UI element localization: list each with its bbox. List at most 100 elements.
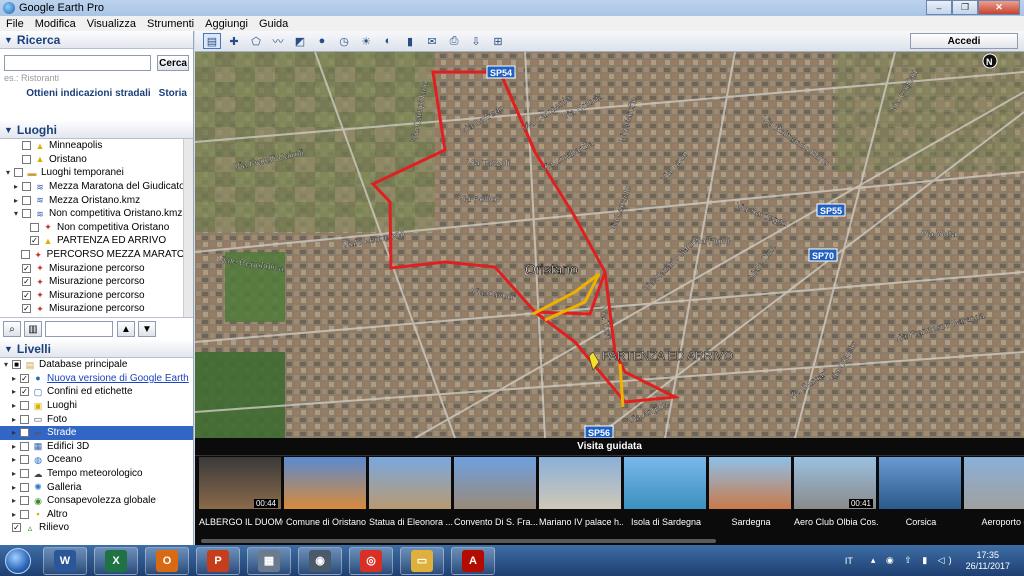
layer-checkbox[interactable] <box>20 441 29 451</box>
panel-toggle-icon[interactable]: ▥ <box>24 321 42 337</box>
tour-thumbnail[interactable]: Comune di Oristano <box>284 456 368 527</box>
layer-checkbox[interactable] <box>20 455 29 465</box>
print-icon[interactable]: ⎙ <box>445 33 463 49</box>
taskbar-button[interactable]: ▦ <box>247 546 291 575</box>
tour-thumbnail[interactable]: Convento Di S. Fra... <box>454 456 538 527</box>
expand-toggle-icon[interactable]: ▾ <box>4 168 12 177</box>
layer-item[interactable]: ▸ ◉ Consapevolezza globale <box>0 494 193 508</box>
search-panel-header[interactable]: ▼ Ricerca <box>0 31 193 49</box>
tour-thumbnail[interactable]: Isola di Sardegna <box>624 456 708 527</box>
layer-item[interactable]: ▸ ✓ ● Nuova versione di Google Earth <box>0 372 193 386</box>
layer-item[interactable]: ▸ ▦ Edifici 3D <box>0 440 193 454</box>
layer-checkbox[interactable] <box>20 482 29 492</box>
layer-item[interactable]: ▸ ▣ Luoghi <box>0 399 193 413</box>
expand-toggle-icon[interactable]: ▸ <box>10 415 18 424</box>
maximize-button[interactable]: ❐ <box>952 0 978 15</box>
add-placemark-icon[interactable]: ✚ <box>225 33 243 49</box>
places-panel-header[interactable]: ▼ Luoghi <box>0 121 193 139</box>
expand-toggle-icon[interactable]: ▸ <box>10 469 18 478</box>
tray-icons[interactable]: ▴ ◉ ⇧ ▮ ◁) <box>871 555 956 566</box>
places-item[interactable]: ▸ ≋ Mezza Oristano.kmz <box>0 193 193 207</box>
directions-link[interactable]: Ottieni indicazioni stradali <box>26 88 150 99</box>
visibility-checkbox[interactable]: ✓ <box>22 304 31 314</box>
places-scrollbar[interactable] <box>183 139 193 317</box>
layer-checkbox[interactable]: ✓ <box>20 387 29 397</box>
expand-toggle-icon[interactable]: ▸ <box>10 401 18 410</box>
expand-toggle-icon[interactable]: ▸ <box>10 428 18 437</box>
sidebar-toggle-icon[interactable]: ▤ <box>203 33 221 49</box>
visibility-checkbox[interactable] <box>22 195 31 205</box>
map-view[interactable]: Oristano PARTENZA ED ARRIVO SP54 SP55 SP… <box>195 52 1024 438</box>
layer-item[interactable]: ▸ ✓ ═ Strade <box>0 425 193 440</box>
visibility-checkbox[interactable]: ✓ <box>22 290 31 300</box>
historical-imagery-icon[interactable]: ◷ <box>335 33 353 49</box>
email-icon[interactable]: ✉ <box>423 33 441 49</box>
expand-toggle-icon[interactable]: ▾ <box>12 209 20 218</box>
layer-checkbox[interactable]: ✓ <box>20 373 29 383</box>
search-button[interactable]: Cerca <box>157 55 189 71</box>
clock[interactable]: 17:35 26/11/2017 <box>966 550 1010 572</box>
layer-checkbox[interactable] <box>20 496 29 506</box>
minimize-button[interactable]: – <box>926 0 952 15</box>
menu-guida[interactable]: Guida <box>259 18 288 30</box>
search-places-icon[interactable]: ⌕ <box>3 321 21 337</box>
sunlight-icon[interactable]: ☀ <box>357 33 375 49</box>
layer-item[interactable]: ▸ ▭ Foto <box>0 412 193 426</box>
record-tour-icon[interactable]: ● <box>313 33 331 49</box>
expand-toggle-icon[interactable]: ▸ <box>10 442 18 451</box>
layer-item-label[interactable]: Nuova versione di Google Earth <box>47 373 189 384</box>
history-link[interactable]: Storia <box>159 88 187 99</box>
expand-toggle-icon[interactable]: ▸ <box>10 510 18 519</box>
places-item[interactable]: ✓ ✦ Misurazione percorso <box>0 261 193 275</box>
layer-item[interactable]: ▾ ■ ▤ Database principale <box>0 358 193 372</box>
layer-checkbox[interactable] <box>20 509 29 519</box>
visibility-checkbox[interactable]: ✓ <box>22 263 31 273</box>
places-item[interactable]: ▸ ≋ Mezza Maratona del Giudicato... <box>0 180 193 194</box>
visibility-checkbox[interactable] <box>22 209 31 219</box>
taskbar-button[interactable]: ◎ <box>349 546 393 575</box>
layer-checkbox[interactable] <box>20 414 29 424</box>
tour-thumbnail[interactable]: 00:41 Aero Club Olbia Cos... <box>794 456 878 527</box>
add-path-icon[interactable]: 〰 <box>269 33 287 49</box>
add-polygon-icon[interactable]: ⬠ <box>247 33 265 49</box>
visibility-checkbox[interactable] <box>30 222 39 232</box>
layer-item[interactable]: ▸ ☁ Tempo meteorologico <box>0 467 193 481</box>
places-item[interactable]: ✦ PERCORSO MEZZA MARATO... <box>0 248 193 262</box>
layer-item[interactable]: ▸ ▪ Altro <box>0 508 193 522</box>
taskbar-button[interactable]: ◉ <box>298 546 342 575</box>
visibility-checkbox[interactable] <box>21 250 30 260</box>
expand-toggle-icon[interactable]: ▸ <box>10 374 18 383</box>
move-down-icon[interactable]: ▼ <box>138 321 156 337</box>
layer-item[interactable]: ▸ ✺ Galleria <box>0 480 193 494</box>
expand-toggle-icon[interactable]: ▸ <box>12 182 20 191</box>
places-item[interactable]: ▾ ≋ Non competitiva Oristano.kmz <box>0 207 193 221</box>
layer-checkbox[interactable]: ■ <box>12 360 21 370</box>
expand-toggle-icon[interactable]: ▸ <box>10 483 18 492</box>
sign-in-button[interactable]: Accedi <box>910 33 1018 49</box>
layer-checkbox[interactable] <box>20 469 29 479</box>
planets-icon[interactable]: ◐ <box>379 33 397 49</box>
places-item[interactable]: ▲ Minneapolis <box>0 139 193 153</box>
layer-checkbox[interactable] <box>20 401 29 411</box>
tour-thumbnail[interactable]: Sardegna <box>709 456 793 527</box>
places-item[interactable]: ✓ ✦ Misurazione percorso <box>0 275 193 289</box>
expand-toggle-icon[interactable]: ▸ <box>10 387 18 396</box>
visibility-checkbox[interactable]: ✓ <box>30 236 39 246</box>
tour-thumbnail[interactable]: Corsica <box>879 456 963 527</box>
places-item[interactable]: ▾ ▬ Luoghi temporanei <box>0 166 193 180</box>
start-button[interactable] <box>0 546 36 576</box>
taskbar-button[interactable]: A <box>451 546 495 575</box>
visibility-checkbox[interactable]: ✓ <box>22 277 31 287</box>
tour-thumbnail[interactable]: Statua di Eleonora ... <box>369 456 453 527</box>
search-input[interactable] <box>4 55 152 71</box>
layer-item[interactable]: ▸ ✓ ▢ Confini ed etichette <box>0 385 193 399</box>
visibility-checkbox[interactable] <box>22 182 31 192</box>
close-button[interactable]: ✕ <box>978 0 1020 15</box>
taskbar-button[interactable]: W <box>43 546 87 575</box>
taskbar-button[interactable]: X <box>94 546 138 575</box>
expand-toggle-icon[interactable]: ▸ <box>12 196 20 205</box>
places-filter-input[interactable] <box>45 321 113 337</box>
image-overlay-icon[interactable]: ◩ <box>291 33 309 49</box>
tour-thumbnail[interactable]: Aeroporto di <box>964 456 1024 527</box>
menu-strumenti[interactable]: Strumenti <box>147 18 194 30</box>
